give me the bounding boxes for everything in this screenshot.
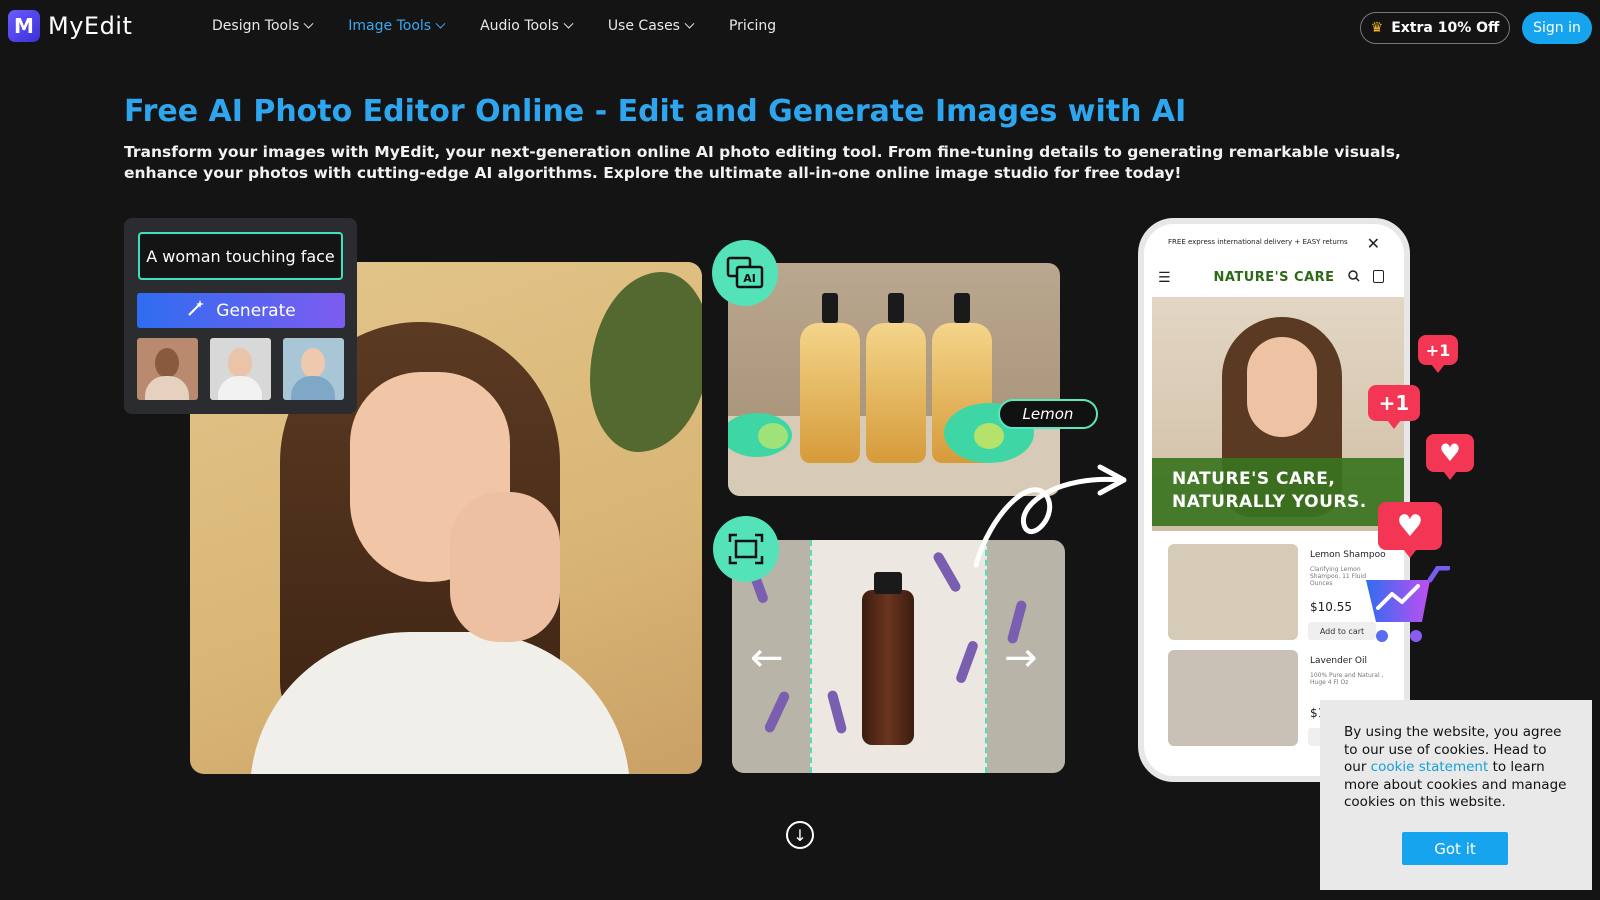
nav-audio-tools[interactable]: Audio Tools bbox=[480, 18, 574, 34]
curved-arrow-icon bbox=[973, 464, 1127, 568]
bottle-pump bbox=[822, 293, 838, 323]
generate-button[interactable]: Generate bbox=[137, 293, 345, 328]
lavender-sprig bbox=[763, 689, 791, 735]
product-price: $10.55 bbox=[1310, 600, 1352, 614]
close-icon: ✕ bbox=[1366, 234, 1380, 253]
thumb-face bbox=[155, 348, 179, 378]
scroll-down-icon[interactable]: ↓ bbox=[786, 821, 814, 849]
hero-description: Transform your images with MyEdit, your … bbox=[124, 143, 1401, 182]
search-icon bbox=[1348, 270, 1360, 285]
nav-label: Design Tools bbox=[212, 18, 300, 34]
arrow-right-icon: → bbox=[1004, 635, 1038, 681]
logo-text: MyEdit bbox=[48, 12, 133, 40]
trending-cart-icon bbox=[1366, 566, 1450, 642]
main-nav: Design Tools Image Tools Audio Tools Use… bbox=[212, 18, 776, 34]
nav-image-tools[interactable]: Image Tools bbox=[348, 18, 446, 34]
shampoo-bottle bbox=[866, 293, 926, 463]
extra-discount-button[interactable]: ♛ Extra 10% Off bbox=[1360, 12, 1510, 44]
heart-badge-icon: ♥ bbox=[1378, 502, 1442, 558]
magic-wand-icon bbox=[186, 298, 206, 323]
lavender-sprig bbox=[931, 550, 963, 594]
lavender-sprig bbox=[826, 689, 848, 735]
nav-label: Pricing bbox=[728, 18, 777, 34]
product-name: Lemon Shampoo bbox=[1310, 550, 1386, 560]
thumb-face bbox=[301, 348, 325, 378]
heart-icon: ♥ bbox=[1439, 439, 1461, 467]
thumb-body bbox=[145, 376, 189, 400]
prompt-input[interactable]: A woman touching face bbox=[138, 232, 343, 280]
lemon-tag: Lemon bbox=[998, 399, 1098, 429]
cookie-banner: By using the website, you agree to our u… bbox=[1320, 700, 1592, 890]
nav-label: Image Tools bbox=[348, 18, 432, 34]
phone-top-banner: FREE express international delivery + EA… bbox=[1168, 238, 1348, 246]
store-brand: NATURE'S CARE bbox=[1213, 270, 1335, 285]
shampoo-bottle bbox=[800, 293, 860, 463]
heart-badge-icon: ♥ bbox=[1426, 434, 1474, 480]
chevron-down-icon bbox=[435, 18, 446, 29]
nav-label: Audio Tools bbox=[480, 18, 559, 34]
nav-label: Use Cases bbox=[607, 18, 680, 34]
logo[interactable]: M MyEdit bbox=[8, 10, 132, 42]
product-desc: 100% Pure and Natural , Huge 4 Fl Oz bbox=[1310, 672, 1384, 686]
chevron-down-icon bbox=[563, 18, 574, 29]
hero-line-2: NATURALLY YOURS. bbox=[1172, 492, 1367, 512]
bottle-pump bbox=[888, 293, 904, 323]
product-image bbox=[1168, 544, 1298, 640]
lavender-sprig bbox=[954, 639, 980, 685]
nav-design-tools[interactable]: Design Tools bbox=[212, 18, 314, 34]
page-title: Free AI Photo Editor Online - Edit and G… bbox=[124, 94, 1187, 129]
ai-replace-icon: AI bbox=[712, 240, 778, 306]
bottle-glass bbox=[800, 323, 860, 463]
phone-mockup: FREE express international delivery + EA… bbox=[1138, 218, 1410, 782]
chevron-down-icon bbox=[303, 18, 314, 29]
top-nav-bar: M MyEdit Design Tools Image Tools Audio … bbox=[0, 0, 1600, 56]
plus-one-badge: +1 bbox=[1368, 385, 1420, 429]
bottle-glass bbox=[866, 323, 926, 463]
thumbnail-3[interactable] bbox=[283, 338, 344, 400]
thumbnail-2[interactable] bbox=[210, 338, 271, 400]
product-name: Lavender Oil bbox=[1310, 656, 1367, 666]
thumbnail-1[interactable] bbox=[137, 338, 198, 400]
generate-label: Generate bbox=[216, 300, 296, 321]
ai-generator-card: A woman touching face Generate bbox=[124, 218, 357, 414]
result-thumbnails bbox=[137, 338, 344, 400]
product-image bbox=[1168, 650, 1298, 746]
bottle-pump bbox=[954, 293, 970, 323]
crown-icon: ♛ bbox=[1370, 20, 1384, 36]
myedit-logo-icon: M bbox=[8, 10, 40, 42]
arrow-left-icon: ← bbox=[750, 635, 784, 681]
nav-use-cases[interactable]: Use Cases bbox=[607, 18, 695, 34]
sign-in-button[interactable]: Sign in bbox=[1522, 12, 1592, 44]
thumb-body bbox=[291, 376, 335, 400]
promo-label: Extra 10% Off bbox=[1391, 20, 1500, 36]
thumb-face bbox=[228, 348, 252, 378]
cookie-statement-link[interactable]: cookie statement bbox=[1371, 759, 1489, 775]
face-shape bbox=[1247, 337, 1317, 437]
got-it-button[interactable]: Got it bbox=[1402, 832, 1508, 865]
store-hero-banner: NATURE'S CARE, NATURALLY YOURS. bbox=[1152, 458, 1404, 526]
expand-icon bbox=[713, 516, 779, 582]
lemon-left bbox=[758, 423, 788, 449]
hand-shape bbox=[450, 492, 560, 642]
shopping-bag-icon bbox=[1373, 270, 1384, 283]
oil-bottle bbox=[862, 572, 914, 745]
ai-icon-text: AI bbox=[743, 272, 756, 285]
heart-icon: ♥ bbox=[1396, 508, 1424, 544]
hero-line-1: NATURE'S CARE, bbox=[1172, 469, 1336, 489]
plus-one-badge: +1 bbox=[1418, 335, 1458, 373]
nav-pricing[interactable]: Pricing bbox=[729, 18, 776, 34]
cookie-message: By using the website, you agree to our u… bbox=[1344, 724, 1572, 812]
thumb-body bbox=[218, 376, 262, 400]
plant-leaf bbox=[590, 272, 702, 452]
chevron-down-icon bbox=[684, 18, 695, 29]
lemon-right bbox=[974, 423, 1004, 449]
